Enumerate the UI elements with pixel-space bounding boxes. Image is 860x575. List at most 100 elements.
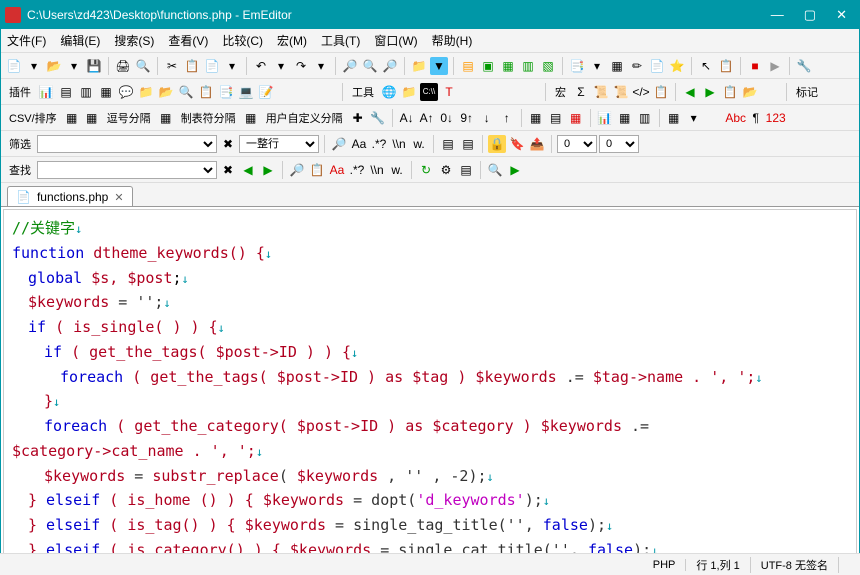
list-icon[interactable]: ▤ xyxy=(457,161,475,179)
save-icon[interactable]: 💾 xyxy=(85,57,103,75)
tool-icon[interactable]: ▥ xyxy=(636,109,654,127)
grid-icon[interactable]: ▦ xyxy=(83,109,101,127)
aa-icon[interactable]: Aa xyxy=(350,135,368,153)
tool-icon[interactable]: 🔧 xyxy=(369,109,387,127)
sigma-icon[interactable]: Σ xyxy=(572,83,590,101)
menu-window[interactable]: 窗口(W) xyxy=(374,32,417,49)
aa-icon[interactable]: Aa xyxy=(328,161,346,179)
ie-icon[interactable]: 🌐 xyxy=(380,83,398,101)
next-icon[interactable]: ▶ xyxy=(259,161,277,179)
menu-help[interactable]: 帮助(H) xyxy=(432,32,473,49)
text-icon[interactable]: T xyxy=(440,83,458,101)
user-label[interactable]: 用户自定义分隔 xyxy=(262,110,347,126)
tool-icon[interactable]: 🔧 xyxy=(795,57,813,75)
line-select[interactable]: 一整行 xyxy=(239,135,319,153)
grid-icon[interactable]: ▦ xyxy=(157,109,175,127)
close-tab-icon[interactable]: ✕ xyxy=(114,191,123,204)
maximize-button[interactable]: ▢ xyxy=(804,7,816,23)
sort-icon[interactable]: A↓ xyxy=(398,109,416,127)
find-icon[interactable]: 🔍 xyxy=(486,161,504,179)
search-prev-icon[interactable]: 🔍 xyxy=(361,57,379,75)
tab-label[interactable]: 制表符分隔 xyxy=(177,110,240,126)
filter-input[interactable] xyxy=(37,135,217,153)
macro-icon[interactable]: 📋 xyxy=(721,83,739,101)
filter-icon[interactable]: ▤ xyxy=(439,135,457,153)
dropdown-icon[interactable]: ▾ xyxy=(685,109,703,127)
menu-search[interactable]: 搜索(S) xyxy=(114,32,154,49)
plugin-icon[interactable]: 📑 xyxy=(217,83,235,101)
filter-icon[interactable]: ▼ xyxy=(430,57,448,75)
cut-icon[interactable]: ✂ xyxy=(163,57,181,75)
dropdown-icon[interactable]: ▾ xyxy=(223,57,241,75)
filter-icon[interactable]: ▤ xyxy=(459,135,477,153)
print-icon[interactable]: 🖨 xyxy=(114,57,132,75)
code-editor[interactable]: //关键字↓ function dtheme_keywords() {↓ glo… xyxy=(3,209,857,557)
minimize-button[interactable]: — xyxy=(771,7,784,23)
macro-icon[interactable]: 📜 xyxy=(612,83,630,101)
sort-icon[interactable]: ↑ xyxy=(498,109,516,127)
word-icon[interactable]: w. xyxy=(410,135,428,153)
close-icon[interactable]: ▶ xyxy=(506,161,524,179)
sort-icon[interactable]: 9↑ xyxy=(458,109,476,127)
window-icon[interactable]: ▧ xyxy=(539,57,557,75)
search-next-icon[interactable]: 🔎 xyxy=(381,57,399,75)
plugin-icon[interactable]: 📝 xyxy=(257,83,275,101)
search-icon[interactable]: 🔎 xyxy=(341,57,359,75)
dropdown-icon[interactable]: ▾ xyxy=(588,57,606,75)
mark-icon[interactable]: 123 xyxy=(767,109,785,127)
open-folder-icon[interactable]: 📂 xyxy=(45,57,63,75)
search-icon[interactable]: 🔎 xyxy=(288,161,306,179)
macro-icon[interactable]: 📋 xyxy=(652,83,670,101)
macro-icon[interactable]: 📂 xyxy=(741,83,759,101)
prev-icon[interactable]: ◀ xyxy=(239,161,257,179)
wrap-icon[interactable]: ↻ xyxy=(417,161,435,179)
sort-icon[interactable]: 0↓ xyxy=(438,109,456,127)
menu-edit[interactable]: 编辑(E) xyxy=(60,32,100,49)
tool-icon[interactable]: ▦ xyxy=(665,109,683,127)
menu-macro[interactable]: 宏(M) xyxy=(277,32,307,49)
menu-view[interactable]: 查看(V) xyxy=(168,32,208,49)
preview-icon[interactable]: 🔍 xyxy=(134,57,152,75)
window-icon[interactable]: ▦ xyxy=(499,57,517,75)
plugin-icon[interactable]: 📁 xyxy=(137,83,155,101)
find-input[interactable] xyxy=(37,161,217,179)
tool-icon[interactable]: ▦ xyxy=(567,109,585,127)
tool-icon[interactable]: ▤ xyxy=(547,109,565,127)
tool-icon[interactable]: ▦ xyxy=(616,109,634,127)
edit-icon[interactable]: ✏ xyxy=(628,57,646,75)
num-select[interactable]: 0 xyxy=(557,135,597,153)
escape-icon[interactable]: \\n xyxy=(390,135,408,153)
folder-search-icon[interactable]: 📁 xyxy=(410,57,428,75)
sort-icon[interactable]: A↑ xyxy=(418,109,436,127)
filter-icon[interactable]: 🔎 xyxy=(330,135,348,153)
play-icon[interactable]: ▶ xyxy=(766,57,784,75)
undo-icon[interactable]: ↶ xyxy=(252,57,270,75)
plugin-icon[interactable]: ▦ xyxy=(97,83,115,101)
doc-icon[interactable]: 📋 xyxy=(308,161,326,179)
mark-icon[interactable]: ¶ xyxy=(747,109,765,127)
status-encoding[interactable]: UTF-8 无签名 xyxy=(751,557,839,573)
dropdown-icon[interactable]: ▾ xyxy=(272,57,290,75)
lock-icon[interactable]: 🔒 xyxy=(488,135,506,153)
grid-icon[interactable]: ▦ xyxy=(63,109,81,127)
escape-icon[interactable]: \\n xyxy=(368,161,386,179)
add-icon[interactable]: ✚ xyxy=(349,109,367,127)
macro-icon[interactable]: 📜 xyxy=(592,83,610,101)
window-icon[interactable]: ▥ xyxy=(519,57,537,75)
sort-icon[interactable]: ↓ xyxy=(478,109,496,127)
doc-icon[interactable]: 📄 xyxy=(648,57,666,75)
regex-icon[interactable]: .*? xyxy=(348,161,366,179)
stop-icon[interactable]: ■ xyxy=(746,57,764,75)
table-icon[interactable]: ▦ xyxy=(608,57,626,75)
num-select[interactable]: 0 xyxy=(599,135,639,153)
plugin-icon[interactable]: ▥ xyxy=(77,83,95,101)
comma-label[interactable]: 逗号分隔 xyxy=(103,110,155,126)
word-icon[interactable]: w. xyxy=(388,161,406,179)
doc-icon[interactable]: 📋 xyxy=(717,57,735,75)
bookmark-icon[interactable]: 🔖 xyxy=(508,135,526,153)
extract-icon[interactable]: 📤 xyxy=(528,135,546,153)
cancel-icon[interactable]: ✖ xyxy=(219,135,237,153)
forward-icon[interactable]: ▶ xyxy=(701,83,719,101)
file-tab[interactable]: 📄 functions.php ✕ xyxy=(7,186,133,206)
plugin-icon[interactable]: 📊 xyxy=(37,83,55,101)
